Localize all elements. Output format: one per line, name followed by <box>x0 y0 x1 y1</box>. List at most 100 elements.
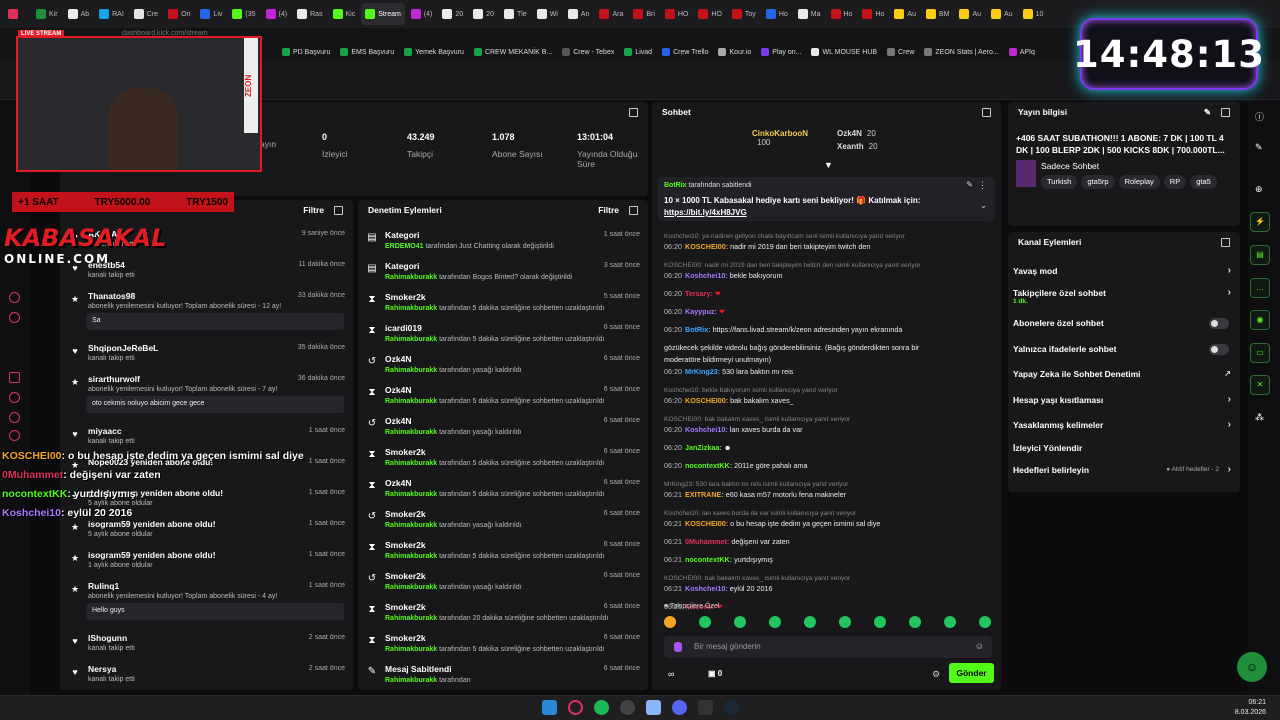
moderator-name[interactable]: Rahimakburakk <box>385 336 437 343</box>
emote-icon[interactable] <box>769 616 781 628</box>
browser-tab[interactable]: BM <box>922 3 954 25</box>
chat-username[interactable]: MrKing23: <box>685 367 720 376</box>
expand-icon[interactable] <box>629 108 638 117</box>
moderator-name[interactable]: Rahimakburakk <box>385 584 437 591</box>
external-link-icon[interactable]: ↗ <box>1224 369 1231 378</box>
browser-tab[interactable]: Wi <box>533 3 562 25</box>
mic-icon[interactable] <box>674 642 682 652</box>
browser-tab[interactable]: (35 <box>228 3 259 25</box>
chat-username[interactable]: JanZizkaa: <box>685 443 722 452</box>
emote-icon[interactable] <box>944 616 956 628</box>
emote-icon[interactable] <box>874 616 886 628</box>
tag-chip[interactable]: Turkish <box>1041 175 1078 189</box>
channel-action[interactable]: İzleyici Yönlendir <box>1013 443 1235 453</box>
chat-username[interactable]: nocontextKK: <box>685 461 732 470</box>
expand-icon[interactable] <box>982 107 991 117</box>
expand-icon[interactable] <box>629 205 638 215</box>
chat-username[interactable]: nocontextKK: <box>685 555 732 564</box>
browser-tab[interactable]: Au <box>987 3 1017 25</box>
chat-username[interactable]: KOSCHEI00: <box>685 396 728 405</box>
bookmark[interactable]: APIq <box>1008 48 1035 56</box>
browser-tab[interactable]: Au <box>955 3 985 25</box>
chat-username[interactable]: KOSCHEI00: <box>685 519 728 528</box>
chat-username[interactable]: BotRix: <box>685 325 711 334</box>
chat-bubble-icon[interactable]: … <box>1250 278 1270 298</box>
emoji-icon[interactable]: ☺ <box>975 641 984 651</box>
moderator-name[interactable]: Rahimakburakk <box>385 429 437 436</box>
tag-chip[interactable]: gta5rp <box>1081 175 1115 189</box>
browser-tab[interactable]: An <box>564 3 594 25</box>
filter-button[interactable]: Filtre <box>598 205 619 215</box>
bookmark[interactable]: Crew <box>887 48 914 56</box>
chevron-right-icon[interactable]: › <box>1228 464 1231 475</box>
chevron-right-icon[interactable]: › <box>1228 287 1231 298</box>
bookmark[interactable]: Play on... <box>761 48 801 56</box>
spotify-icon[interactable] <box>594 700 609 715</box>
info-icon[interactable]: ⓘ <box>1255 110 1264 123</box>
browser-tab[interactable]: RAI <box>95 3 128 25</box>
discord-icon[interactable] <box>672 700 687 715</box>
channel-action[interactable]: Yalnızca ifadelerle sohbet <box>1013 344 1235 355</box>
emote-icon[interactable] <box>664 616 676 628</box>
browser-tab[interactable]: Bri <box>629 3 659 25</box>
tag-chip[interactable]: gta5 <box>1190 175 1217 189</box>
category-name[interactable]: Sadece Sohbet <box>1041 161 1099 171</box>
leaderboard-entry[interactable]: CinkoKarbooN 100 <box>752 129 808 147</box>
browser-tab[interactable]: Ho <box>858 3 888 25</box>
chat-username[interactable]: Kayypuz: <box>685 307 717 316</box>
emote-icon[interactable] <box>734 616 746 628</box>
channel-action[interactable]: Yavaş mod › <box>1013 265 1235 276</box>
filter-button[interactable]: Filtre <box>303 205 324 215</box>
channel-action[interactable]: Takipçilere özel sohbet 1 dk. › <box>1013 287 1235 305</box>
pin-icon[interactable]: ✎ <box>966 180 973 189</box>
bookmark[interactable]: Crew - Tebex <box>562 48 614 56</box>
moderator-name[interactable]: Rahimakburakk <box>385 274 437 281</box>
browser-tab[interactable] <box>4 3 30 25</box>
moderation-icon[interactable] <box>9 312 20 323</box>
chat-username[interactable]: Koshchei10: <box>685 425 728 434</box>
browser-tab[interactable]: Kir <box>32 3 62 25</box>
chevron-down-icon[interactable]: ⌄ <box>980 201 987 210</box>
browser-tab[interactable]: Stream <box>361 3 405 25</box>
browser-tab[interactable]: HO <box>661 3 693 25</box>
browser-tab[interactable]: HO <box>694 3 726 25</box>
emote-icon[interactable] <box>839 616 851 628</box>
browser-tab[interactable]: Ma <box>794 3 825 25</box>
browser-tab[interactable]: 20 <box>469 3 498 25</box>
emote-icon[interactable] <box>979 616 991 628</box>
channel-action[interactable]: Yapay Zeka ile Sohbet Denetimi ↗ <box>1013 369 1235 379</box>
more-icon[interactable]: ⋮ <box>978 180 987 191</box>
steam-icon[interactable] <box>724 700 739 715</box>
infinity-icon[interactable]: ∞ <box>668 669 674 679</box>
card-icon[interactable]: ▭ <box>1250 343 1270 363</box>
browser-tab[interactable]: Toy <box>728 3 760 25</box>
windows-start-icon[interactable] <box>542 700 557 715</box>
support-icon[interactable]: ☺ <box>1237 652 1267 682</box>
tag-chip[interactable]: RP <box>1163 175 1187 189</box>
broadcast-icon[interactable]: ◉ <box>1250 310 1270 330</box>
browser-tab[interactable]: On <box>164 3 194 25</box>
browser-tab[interactable]: 20 <box>438 3 467 25</box>
bookmark[interactable]: ZEON Stats | Aero... <box>924 48 999 56</box>
chat-username[interactable]: Tersary: <box>685 289 713 298</box>
chevron-right-icon[interactable]: › <box>1228 394 1231 405</box>
wrench-icon[interactable]: ✕ <box>1250 375 1270 395</box>
bag-icon[interactable]: ▣ <box>708 669 718 678</box>
bookmark[interactable]: WL MOUSE HUB <box>811 48 877 56</box>
browser-tab[interactable]: Cre <box>130 3 162 25</box>
refresh-icon[interactable] <box>9 392 20 403</box>
toggle-switch[interactable] <box>1209 318 1229 329</box>
browser-tab[interactable]: 10 <box>1019 3 1048 25</box>
history-icon[interactable] <box>9 412 20 423</box>
browser-tab[interactable]: Ho <box>827 3 857 25</box>
leaderboard-entry[interactable]: Ozk4N 20 <box>837 129 876 138</box>
browser-tab[interactable]: (4) <box>407 3 437 25</box>
moderator-name[interactable]: Rahimakburakk <box>385 305 437 312</box>
send-button[interactable]: Gönder <box>949 663 994 683</box>
browser-tab[interactable]: Ara <box>595 3 627 25</box>
bookmark[interactable]: Kour.io <box>718 48 751 56</box>
toggle-switch[interactable] <box>1209 344 1229 355</box>
obs-icon[interactable] <box>620 700 635 715</box>
moderator-name[interactable]: Rahimakburakk <box>385 398 437 405</box>
browser-tab[interactable]: Au <box>890 3 920 25</box>
